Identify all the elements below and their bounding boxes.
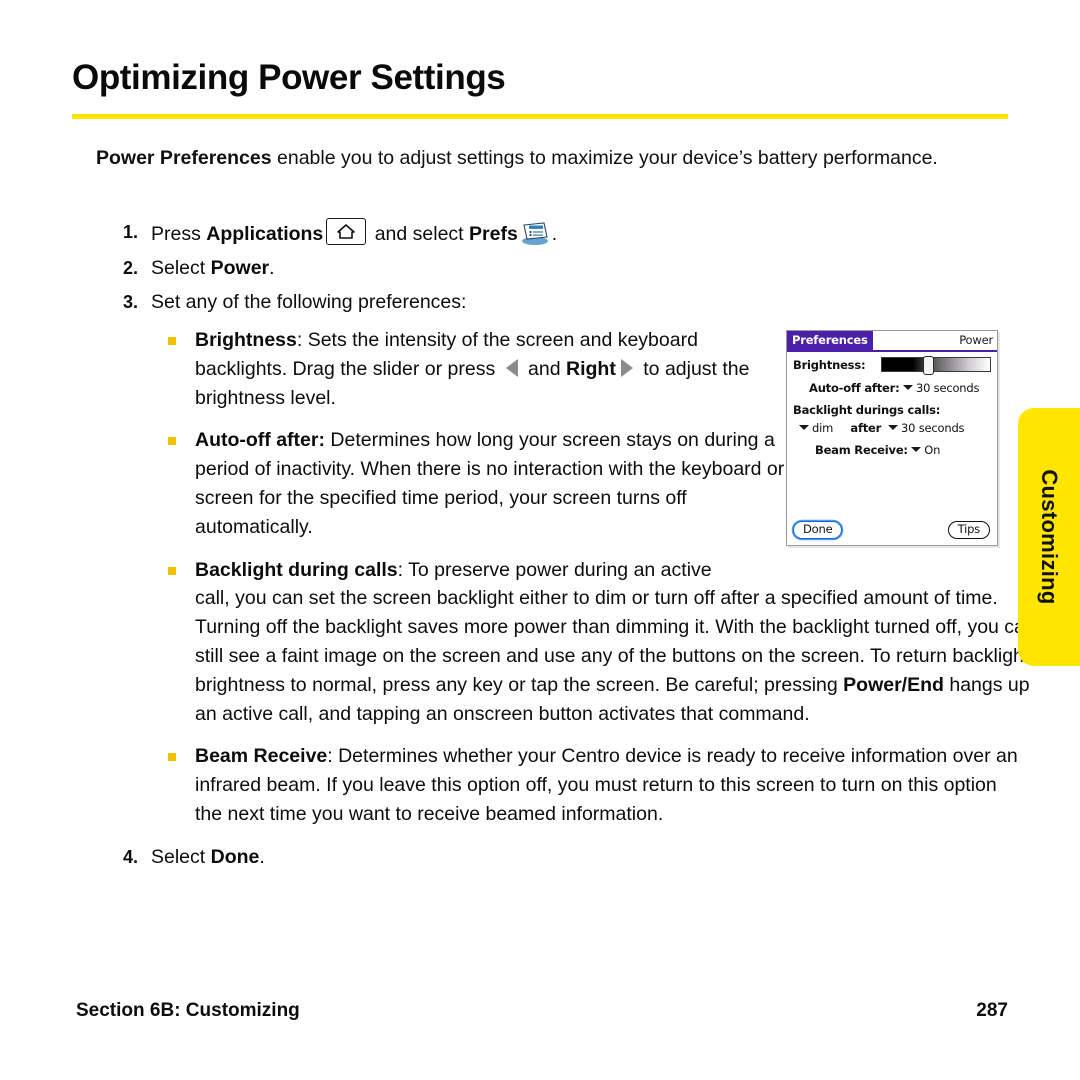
intro-rest-text: enable you to adjust settings to maximiz… xyxy=(271,147,938,169)
step-2: 2. Select Power. xyxy=(112,254,1012,283)
chevron-down-icon[interactable] xyxy=(799,425,809,430)
bullet-square-icon xyxy=(168,753,176,762)
chevron-down-icon[interactable] xyxy=(888,425,899,430)
title-underline-rule xyxy=(72,114,1008,119)
left-arrow-icon xyxy=(505,358,518,377)
home-key-icon xyxy=(326,218,367,245)
bullet-square-icon xyxy=(168,566,176,575)
device-autooff-label: Auto-off after: xyxy=(809,381,900,395)
device-brightness-row: Brightness: xyxy=(793,358,866,372)
step-2-pre: Select xyxy=(151,257,211,279)
bullet-brightness: Brightness: Sets the intensity of the sc… xyxy=(168,326,795,412)
device-backlight-label-row: Backlight durings calls: xyxy=(793,403,940,417)
step-1-post: . xyxy=(551,223,558,245)
page-title: Optimizing Power Settings xyxy=(72,58,506,97)
device-brightness-slider-thumb[interactable] xyxy=(923,356,934,375)
device-beam-receive-value[interactable]: On xyxy=(924,443,940,457)
step-2-bold-power: Power xyxy=(210,257,270,279)
device-autooff-row: Auto-off after: 30 seconds xyxy=(809,381,979,395)
bullet-auto-off-term: Auto-off after: xyxy=(195,429,325,452)
device-backlight-mode-value[interactable]: dim xyxy=(812,421,833,435)
section-side-tab-label: Customizing xyxy=(1037,469,1062,605)
bullet-backlight-text-a: : To preserve power during an active xyxy=(397,558,712,581)
device-brightness-label: Brightness: xyxy=(793,358,866,372)
device-done-button[interactable]: Done xyxy=(793,521,843,539)
device-autooff-value[interactable]: 30 seconds xyxy=(916,381,979,395)
device-backlight-after-label: after xyxy=(850,421,882,435)
step-4-post: . xyxy=(259,845,265,868)
step-4-number: 4. xyxy=(122,846,138,867)
step-1-bold-applications: Applications xyxy=(206,223,324,245)
bullet-brightness-text-b: and xyxy=(522,357,567,380)
intro-lead-term: Power Preferences xyxy=(96,147,272,169)
step-1-pre: Press xyxy=(151,223,207,245)
step-4-pre: Select xyxy=(151,845,211,868)
step-4: 4. Select Done. xyxy=(112,843,1024,872)
step-3-number: 3. xyxy=(122,292,138,312)
step-2-number: 2. xyxy=(122,258,138,278)
step-1-mid: and select xyxy=(369,223,470,245)
numbered-steps-list: 1. Press Applications and select Prefs. 2… xyxy=(112,218,1012,322)
device-app-tab-preferences[interactable]: Preferences xyxy=(787,331,873,350)
step-3-text: Set any of the following preferences: xyxy=(151,291,467,313)
bullet-brightness-bold-right: Right xyxy=(566,357,616,380)
device-screen-name-power: Power xyxy=(959,333,993,347)
step-4-bold-done: Done xyxy=(210,845,260,868)
bullet-auto-off-after: Auto-off after: Determines how long your… xyxy=(168,426,795,541)
bullet-backlight-term: Backlight during calls xyxy=(195,558,398,581)
manual-page: Optimizing Power Settings Power Preferen… xyxy=(0,0,1080,1080)
device-beam-receive-row: Beam Receive: On xyxy=(815,443,940,457)
device-tips-button[interactable]: Tips xyxy=(947,521,990,539)
bullet-beam-receive-term: Beam Receive xyxy=(195,745,328,768)
step-1-bold-prefs: Prefs xyxy=(469,223,518,245)
device-titlebar: Preferences Power xyxy=(787,331,997,352)
bullet-brightness-term: Brightness xyxy=(195,329,297,351)
bullet-backlight-during-calls: Backlight during calls: To preserve powe… xyxy=(168,556,1050,729)
step-3: 3. Set any of the following preferences: xyxy=(112,288,1012,317)
footer-page-number: 287 xyxy=(976,1000,1008,1021)
step-1-number: 1. xyxy=(122,222,138,242)
section-side-tab: Customizing xyxy=(1018,408,1080,666)
device-backlight-delay-value[interactable]: 30 seconds xyxy=(901,421,964,435)
bullet-square-icon xyxy=(168,437,176,446)
bullet-beam-receive: Beam Receive: Determines whether your Ce… xyxy=(168,742,1024,828)
right-arrow-icon xyxy=(620,358,633,377)
footer-section-label: Section 6B: Customizing xyxy=(76,1000,300,1021)
prefs-app-icon xyxy=(520,221,550,246)
device-beam-receive-label: Beam Receive: xyxy=(815,443,908,457)
bullet-square-icon xyxy=(168,337,176,345)
chevron-down-icon[interactable] xyxy=(902,385,913,390)
step-2-post: . xyxy=(269,257,275,279)
device-backlight-settings-row: dim after 30 seconds xyxy=(799,421,965,435)
intro-paragraph: Power Preferences enable you to adjust s… xyxy=(96,144,952,173)
device-screenshot-power-preferences: Preferences Power Brightness: Auto-off a… xyxy=(786,330,998,546)
bullet-backlight-firstline: Backlight during calls: To preserve powe… xyxy=(195,556,795,585)
chevron-down-icon[interactable] xyxy=(911,447,922,452)
bullet-backlight-bold-power-end: Power/End xyxy=(843,673,944,696)
device-brightness-slider[interactable] xyxy=(881,356,991,375)
device-backlight-label: Backlight durings calls: xyxy=(793,403,941,417)
step-1: 1. Press Applications and select Prefs. xyxy=(112,218,1012,249)
